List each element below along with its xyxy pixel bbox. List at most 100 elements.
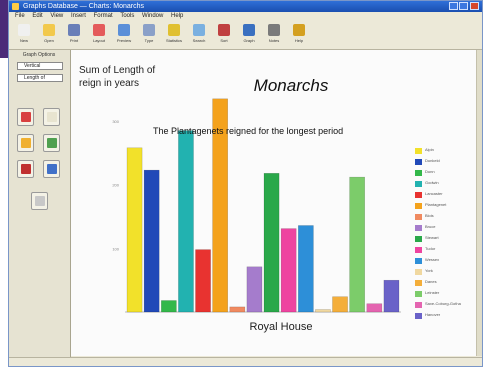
legend-item: Tudor — [415, 245, 475, 256]
legend-item: Blois — [415, 212, 475, 223]
toolbar-button-new[interactable]: New — [15, 23, 33, 47]
area-chart-button[interactable] — [43, 160, 60, 178]
legend-item: Lancaster — [415, 190, 475, 201]
menu-edit[interactable]: Edit — [32, 12, 42, 21]
bar-8[interactable] — [246, 266, 263, 313]
bar-15[interactable] — [366, 303, 383, 313]
legend-label: Lancaster — [425, 191, 443, 196]
bar-chart-icon — [21, 138, 31, 148]
legend-swatch — [415, 247, 422, 253]
toolbar: New Open Print Layout Preview Type Statistics S… — [9, 21, 482, 50]
legend-label: Tudor — [425, 246, 436, 251]
line-chart-button[interactable] — [43, 108, 60, 126]
bar-10[interactable] — [280, 228, 297, 313]
chart-title: Monarchs — [253, 76, 329, 95]
clipboard-button[interactable] — [31, 192, 48, 210]
bar-13[interactable] — [332, 296, 348, 313]
axis-select[interactable]: Vertical — [17, 62, 63, 70]
bar-9[interactable] — [263, 173, 280, 313]
chart-xlabel: Royal House — [249, 321, 313, 333]
sort-icon — [218, 24, 230, 36]
line-chart-icon — [47, 112, 57, 122]
chart-canvas: 100 200 300 Sum of Length of reign in year… — [71, 50, 476, 356]
toolbar-label: Search — [192, 38, 206, 43]
help-icon — [293, 24, 305, 36]
toolbar-label: New — [19, 38, 28, 43]
toolbar-button-sort[interactable]: Sort — [215, 23, 233, 47]
legend-label: Alpin — [425, 147, 434, 152]
toolbar-label: Type — [144, 38, 154, 43]
toolbar-button-print[interactable]: Print — [65, 23, 83, 47]
graph-icon — [243, 24, 255, 36]
legend-label: Dunkeld — [425, 158, 440, 163]
toolbar-button-preview[interactable]: Preview — [115, 23, 133, 47]
toolbar-button-graph[interactable]: Graph — [240, 23, 258, 47]
chart-annotation: The Plantagenets reigned for the longest… — [153, 126, 344, 136]
app-icon — [12, 3, 19, 10]
menu-tools[interactable]: Tools — [120, 12, 134, 21]
menu-window[interactable]: Window — [142, 12, 163, 21]
legend-swatch — [415, 302, 422, 308]
legend-item: Danes — [415, 278, 475, 289]
legend-swatch — [415, 236, 422, 242]
vertical-scrollbar[interactable] — [476, 50, 482, 356]
search-icon — [193, 24, 205, 36]
bar-chart-button[interactable] — [17, 134, 34, 152]
legend-label: Danes — [425, 279, 437, 284]
legend-swatch — [415, 313, 422, 319]
notes-icon — [268, 24, 280, 36]
area-chart-icon — [47, 164, 57, 174]
pie-chart-button[interactable] — [17, 108, 34, 126]
legend-swatch — [415, 291, 422, 297]
menu-file[interactable]: File — [15, 12, 25, 21]
sidebar-title: Graph Options — [22, 52, 56, 58]
legend-label: Plantagenet — [425, 202, 447, 207]
toolbar-button-help[interactable]: Help — [290, 23, 308, 47]
toolbar-button-search[interactable]: Search — [190, 23, 208, 47]
field-select[interactable]: Length of — [17, 74, 63, 82]
legend-label: York — [425, 268, 433, 273]
bar-5[interactable] — [195, 249, 211, 313]
legend-item: Saxe-Coburg-Gotha — [415, 300, 475, 311]
preview-icon — [118, 24, 130, 36]
bar-11[interactable] — [298, 225, 314, 313]
bar-1[interactable] — [126, 147, 143, 313]
toolbar-button-statistics[interactable]: Statistics — [165, 23, 183, 47]
legend-item: Dunn — [415, 168, 475, 179]
toolbar-button-notes[interactable]: Notes — [265, 23, 283, 47]
bar-4[interactable] — [178, 130, 194, 313]
scatter-chart-button[interactable] — [43, 134, 60, 152]
toolbar-button-open[interactable]: Open — [40, 23, 58, 47]
bar-12[interactable] — [315, 309, 331, 313]
bar-7[interactable] — [229, 306, 246, 313]
y-tick-label: 100 — [112, 246, 119, 251]
y-tick-label: 200 — [112, 183, 119, 188]
close-button[interactable] — [470, 2, 479, 10]
legend-item: Wessex — [415, 256, 475, 267]
legend-item: Stewart — [415, 234, 475, 245]
pie-chart-icon — [21, 112, 31, 122]
bar-3[interactable] — [161, 300, 177, 313]
minimize-button[interactable] — [449, 2, 458, 10]
toolbar-button-layout[interactable]: Layout — [90, 23, 108, 47]
bar-14[interactable] — [349, 176, 365, 313]
column-chart-button[interactable] — [17, 160, 34, 178]
legend-label: Blois — [425, 213, 434, 218]
legend-item: Godwin — [415, 179, 475, 190]
legend-item: York — [415, 267, 475, 278]
toolbar-button-type[interactable]: Type — [140, 23, 158, 47]
menu-insert[interactable]: Insert — [71, 12, 86, 21]
toolbar-label: Open — [44, 38, 54, 43]
maximize-button[interactable] — [459, 2, 468, 10]
menu-help[interactable]: Help — [171, 12, 183, 21]
menu-format[interactable]: Format — [94, 12, 113, 21]
menu-view[interactable]: View — [50, 12, 63, 21]
statistics-icon — [168, 24, 180, 36]
toolbar-label: Notes — [268, 38, 280, 43]
background-edge — [0, 0, 8, 58]
bar-2[interactable] — [143, 169, 160, 313]
legend-item: Hanover — [415, 311, 475, 322]
legend-label: Saxe-Coburg-Gotha — [425, 301, 461, 306]
bar-16[interactable] — [383, 279, 400, 313]
folder-icon — [43, 24, 55, 36]
